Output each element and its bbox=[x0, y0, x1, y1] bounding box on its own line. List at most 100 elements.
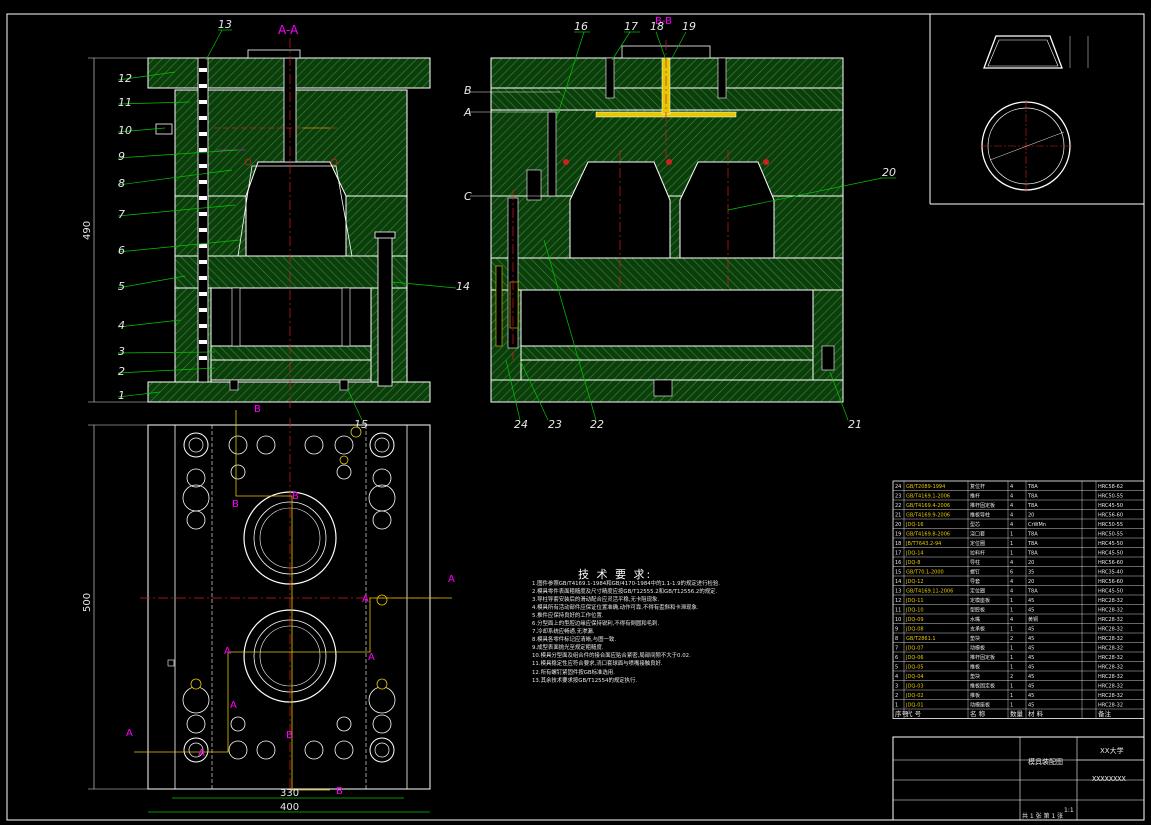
bom-cell: GB/T2861.1 bbox=[906, 636, 936, 642]
bom-cell: 垫块 bbox=[970, 635, 980, 642]
bom-cell: 推板固定板 bbox=[970, 683, 995, 690]
bom-cell: 动模座板 bbox=[970, 702, 990, 709]
bom-cell: 23 bbox=[895, 494, 901, 500]
bom-cell: 定模座板 bbox=[970, 597, 990, 604]
bom-cell: 1 bbox=[1010, 608, 1013, 614]
bom-cell: HRC28-32 bbox=[1098, 617, 1123, 623]
bom-cell: HRC28-32 bbox=[1098, 684, 1123, 690]
balloon-3: 3 bbox=[118, 345, 125, 358]
dim-500-label: 500 bbox=[82, 593, 93, 612]
tech-requirement-item: 9.成型表面抛光至规定粗糙度. bbox=[532, 645, 604, 652]
bom-header-cell: 名 称 bbox=[970, 709, 986, 718]
bom-cell: HRC45-50 bbox=[1098, 503, 1123, 509]
bom-cell: JDQ-16 bbox=[905, 522, 924, 528]
bom-cell: 1 bbox=[1010, 551, 1013, 557]
bom-cell: JDQ-03 bbox=[905, 684, 924, 690]
tech-requirement-item: 5.推件应保持良好的工作位置. bbox=[532, 613, 604, 620]
bom-cell: 45 bbox=[1028, 684, 1034, 690]
bom-cell: JDQ-09 bbox=[905, 617, 924, 623]
title-scale: 1:1 bbox=[1064, 807, 1074, 814]
balloon-18: 18 bbox=[650, 20, 664, 33]
bom-cell: 1 bbox=[1010, 532, 1013, 538]
bom-cell: 4 bbox=[1010, 589, 1013, 595]
tech-requirement-item: 6.分型面上的型腔边缘应保持锐利,不得有倒圆和毛刺. bbox=[532, 621, 660, 628]
plan-view bbox=[88, 410, 452, 813]
bom-cell: 6 bbox=[1010, 570, 1013, 576]
section-bb-view bbox=[490, 40, 844, 403]
bom-cell: T8A bbox=[1027, 532, 1038, 538]
bom-cell: HRC45-50 bbox=[1098, 551, 1123, 557]
bom-cell: 水嘴 bbox=[970, 616, 980, 623]
bom-cell: 拉料杆 bbox=[970, 550, 985, 557]
tech-requirement-item: 13.其余技术要求按GB/T12554的规定执行. bbox=[532, 677, 638, 684]
tech-requirement-item: 12.所有螺钉紧固件按GB标准选用. bbox=[532, 669, 615, 676]
balloon-17: 17 bbox=[624, 20, 638, 33]
bom-header-cell: 数量 bbox=[1010, 709, 1024, 718]
bom-cell: HRC28-32 bbox=[1098, 693, 1123, 699]
plan-mark-a-4: A bbox=[368, 652, 375, 663]
bom-cell: 45 bbox=[1028, 608, 1034, 614]
bom-cell: 2 bbox=[895, 693, 898, 699]
bom-cell: HRC58-62 bbox=[1098, 484, 1123, 490]
bom-cell: 1 bbox=[1010, 655, 1013, 661]
bom-cell: 1 bbox=[1010, 627, 1013, 633]
bom-cell: 1 bbox=[1010, 703, 1013, 709]
bom-cell: 动模板 bbox=[970, 645, 985, 652]
bom-cell: JB/T7643.2-94 bbox=[905, 541, 941, 547]
bom-cell: 推板 bbox=[970, 664, 980, 671]
bom-cell: HRC28-32 bbox=[1098, 646, 1123, 652]
bom-cell: 21 bbox=[895, 513, 901, 519]
bom-cell: JDQ-02 bbox=[905, 693, 924, 699]
bom-cell: 1 bbox=[1010, 646, 1013, 652]
tech-requirement-item: 8.模具各零件标记应清晰,与图一致. bbox=[532, 637, 617, 644]
bom-cell: HRC56-60 bbox=[1098, 560, 1123, 566]
balloon-8: 8 bbox=[118, 177, 125, 190]
bom-cell: 1 bbox=[1010, 684, 1013, 690]
plan-mark-a-3: A bbox=[224, 646, 231, 657]
bom-cell: 19 bbox=[895, 532, 901, 538]
section-aa-view bbox=[147, 38, 431, 410]
plan-mark-b-3: B bbox=[232, 499, 239, 510]
bom-cell: HRC28-32 bbox=[1098, 703, 1123, 709]
bom-cell: 定位圈 bbox=[970, 540, 985, 547]
bom-cell: JDQ-12 bbox=[905, 579, 924, 585]
bom-cell: HRC28-32 bbox=[1098, 655, 1123, 661]
bom-cell: 20 bbox=[1028, 579, 1034, 585]
bom-cell: 型芯 bbox=[970, 521, 980, 528]
bom-cell: HRC28-32 bbox=[1098, 598, 1123, 604]
bom-cell: 18 bbox=[895, 541, 901, 547]
plan-mark-b-5: B bbox=[336, 786, 343, 797]
bom-header-cell: 材 料 bbox=[1028, 709, 1044, 718]
bom-cell: JDQ-01 bbox=[905, 703, 924, 709]
tech-requirements-list: 1.图件参照GB/T4169.1-1984和GB/4170-1984中的1.1-… bbox=[532, 580, 902, 685]
bom-cell: 1 bbox=[1010, 598, 1013, 604]
bom-cell: 2 bbox=[1010, 636, 1013, 642]
bom-cell: 45 bbox=[1028, 646, 1034, 652]
bom-cell: 20 bbox=[895, 522, 901, 528]
bom-header-cell: 代 号 bbox=[906, 709, 922, 718]
bom-cell: 4 bbox=[1010, 494, 1013, 500]
plan-mark-b-4: B bbox=[286, 730, 293, 741]
bom-cell: 24 bbox=[895, 484, 901, 490]
bom-cell: 1 bbox=[1010, 541, 1013, 547]
balloon-9: 9 bbox=[118, 150, 125, 163]
balloon-10: 10 bbox=[118, 124, 132, 137]
tech-requirement-item: 3.导柱导套安装后的滑动配合应灵活平稳,无卡阻现象. bbox=[532, 597, 660, 604]
bom-cell: GB/T4169.1-2006 bbox=[906, 494, 950, 500]
bom-cell: 推杆 bbox=[970, 493, 980, 500]
balloon-5: 5 bbox=[118, 280, 125, 293]
balloon-2: 2 bbox=[118, 365, 125, 378]
bom-cell: JDQ-07 bbox=[905, 646, 924, 652]
bom-cell: HRC56-60 bbox=[1098, 513, 1123, 519]
balloon-20: 20 bbox=[882, 166, 896, 179]
balloon-24: 24 bbox=[514, 418, 528, 431]
bom-cell: 4 bbox=[1010, 503, 1013, 509]
bom-cell: JDQ-11 bbox=[905, 598, 924, 604]
plan-mark-a-7: A bbox=[198, 748, 205, 759]
bom-cell: HRC50-55 bbox=[1098, 522, 1123, 528]
bom-cell: JDQ-10 bbox=[905, 608, 924, 614]
tech-requirement-item: 1.图件参照GB/T4169.1-1984和GB/4170-1984中的1.1-… bbox=[532, 581, 721, 587]
title-drawing-name: 模具装配图 bbox=[1028, 757, 1063, 766]
bom-cell: 20 bbox=[1028, 513, 1034, 519]
bom-cell: T8A bbox=[1027, 503, 1038, 509]
